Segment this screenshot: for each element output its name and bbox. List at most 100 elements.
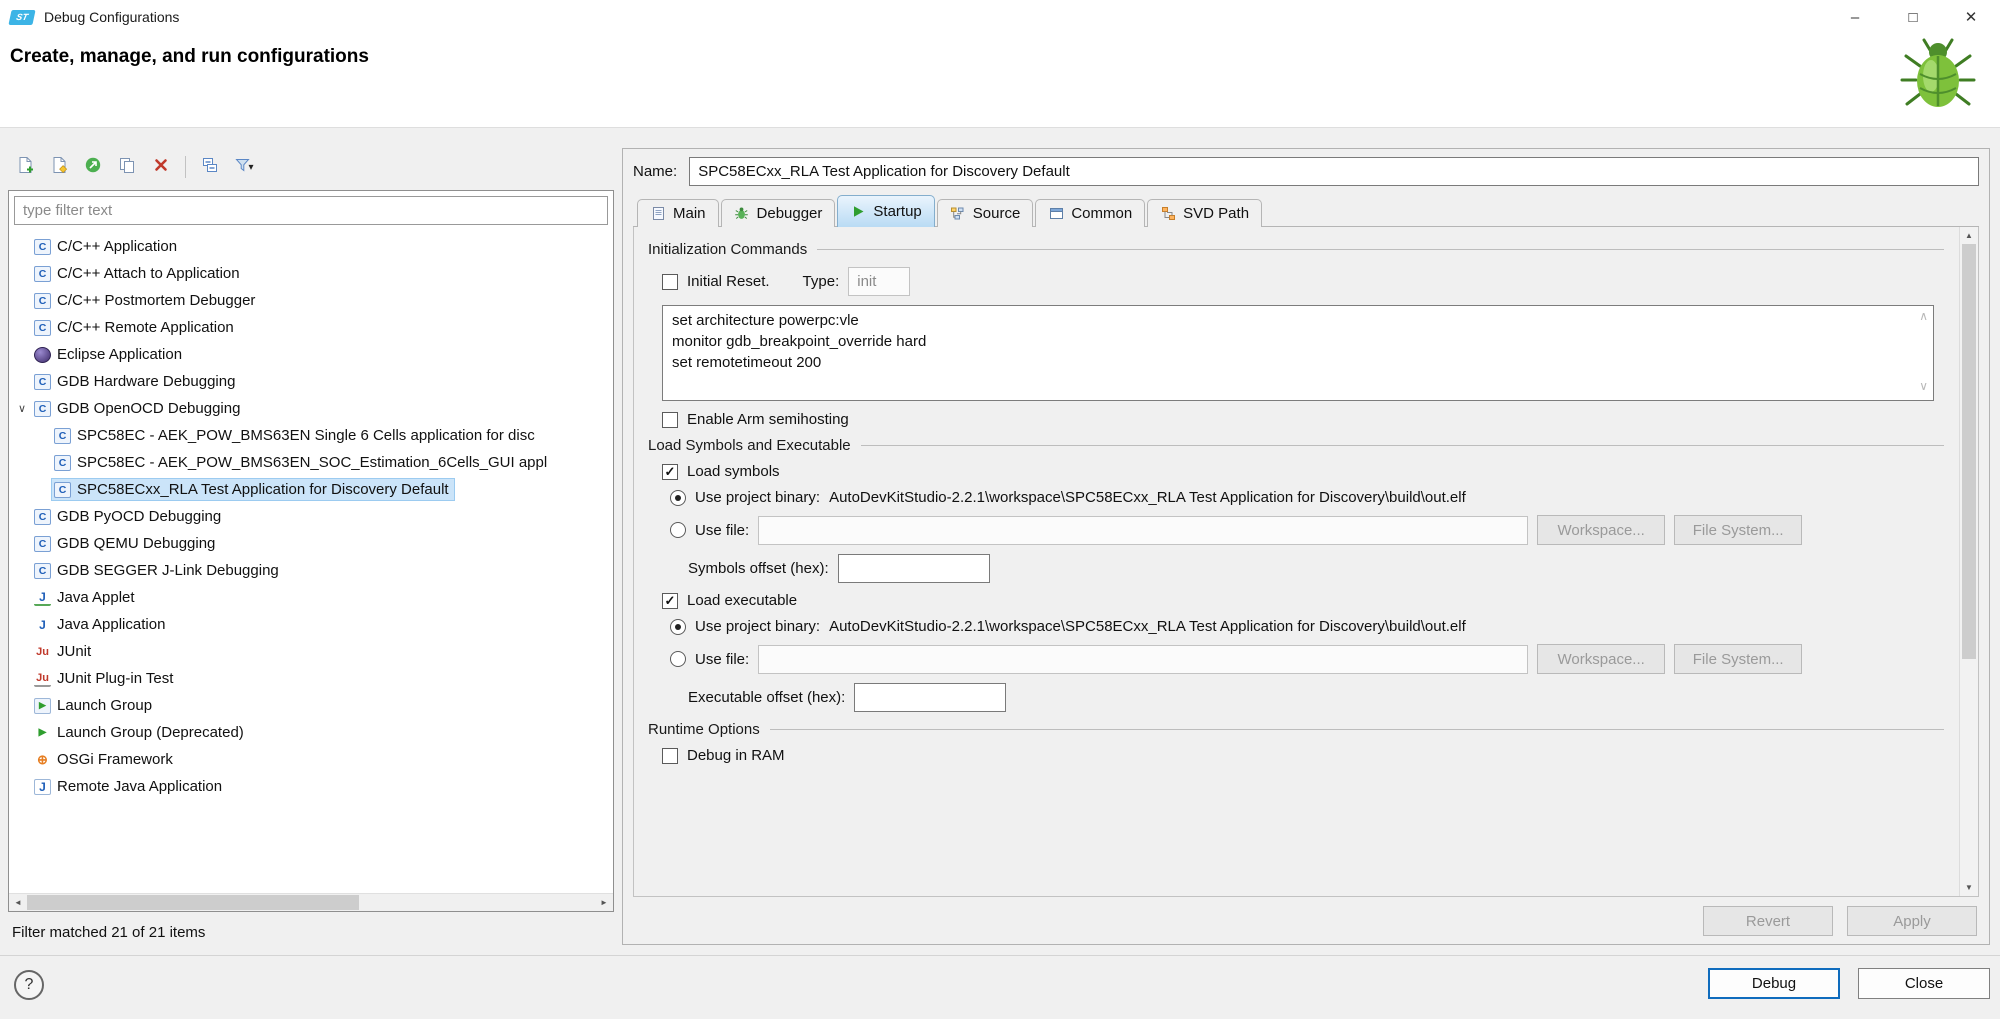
- tab-common[interactable]: Common: [1035, 199, 1146, 227]
- tree-item[interactable]: C C/C++ Application: [9, 233, 613, 260]
- tree-item[interactable]: C C/C++ Attach to Application: [9, 260, 613, 287]
- executable-use-project-binary-label: Use project binary:: [695, 618, 821, 635]
- tree-item[interactable]: J Java Application: [9, 611, 613, 638]
- tree-item[interactable]: ▶ Launch Group (Deprecated): [9, 719, 613, 746]
- vscroll-thumb[interactable]: [1962, 244, 1976, 659]
- new-launch-configuration-button[interactable]: [10, 153, 40, 181]
- svd-tab-icon: [1160, 206, 1176, 222]
- tree-item[interactable]: C GDB SEGGER J-Link Debugging: [9, 557, 613, 584]
- tab-startup[interactable]: Startup: [837, 195, 935, 227]
- tab-debugger[interactable]: Debugger: [720, 199, 836, 227]
- close-button[interactable]: Close: [1858, 968, 1990, 999]
- delete-configuration-button[interactable]: [146, 153, 176, 181]
- tree-item[interactable]: C C/C++ Postmortem Debugger: [9, 287, 613, 314]
- load-symbols-checkbox[interactable]: [662, 463, 678, 480]
- eclipse-icon: [34, 346, 51, 363]
- help-button[interactable]: ?: [14, 970, 44, 1000]
- tree-item[interactable]: Ju JUnit Plug-in Test: [9, 665, 613, 692]
- revert-button[interactable]: Revert: [1703, 906, 1833, 936]
- minimize-button[interactable]: –: [1826, 0, 1884, 34]
- executable-use-file-radio[interactable]: [670, 651, 686, 667]
- scroll-up-icon[interactable]: ▲: [1960, 227, 1978, 244]
- tree-item-label: GDB OpenOCD Debugging: [57, 400, 241, 417]
- apply-button[interactable]: Apply: [1847, 906, 1977, 936]
- tree-item-label: C/C++ Attach to Application: [57, 265, 240, 282]
- debug-button[interactable]: Debug: [1708, 968, 1840, 999]
- maximize-icon: □: [1908, 8, 1918, 26]
- tab-main[interactable]: Main: [637, 199, 719, 227]
- horizontal-scrollbar[interactable]: ◄ ►: [9, 893, 613, 911]
- executable-binary-path: AutoDevKitStudio-2.2.1\workspace\SPC58EC…: [829, 618, 1466, 635]
- symbols-filesystem-button[interactable]: File System...: [1674, 515, 1803, 545]
- c-icon: C: [54, 427, 71, 444]
- filter-configurations-button[interactable]: ▾: [229, 153, 259, 181]
- tree-item[interactable]: ▶ Launch Group: [9, 692, 613, 719]
- tree-item-label: Launch Group (Deprecated): [57, 724, 244, 741]
- runtime-options-section-header: Runtime Options: [648, 721, 1944, 738]
- executable-use-file-label: Use file:: [695, 650, 750, 668]
- textarea-scroll-up-icon[interactable]: ∧: [1919, 309, 1928, 323]
- load-executable-checkbox[interactable]: [662, 592, 678, 609]
- executable-offset-input[interactable]: [854, 683, 1007, 712]
- toolbar-separator: [185, 156, 186, 178]
- vertical-scrollbar[interactable]: ▲ ▼: [1959, 227, 1978, 896]
- textarea-scroll-down-icon[interactable]: ∨: [1919, 379, 1928, 393]
- tree-item[interactable]: ⊕ OSGi Framework: [9, 746, 613, 773]
- help-icon: ?: [24, 976, 34, 993]
- initial-reset-checkbox[interactable]: [662, 273, 678, 290]
- init-commands-textarea[interactable]: set architecture powerpc:vle monitor gdb…: [662, 305, 1934, 401]
- applet-icon: J: [34, 590, 51, 606]
- export-launch-configurations-button[interactable]: [78, 153, 108, 181]
- tree-item[interactable]: C GDB QEMU Debugging: [9, 530, 613, 557]
- close-window-button[interactable]: ✕: [1942, 0, 2000, 34]
- tree-item[interactable]: C C/C++ Remote Application: [9, 314, 613, 341]
- debug-in-ram-checkbox[interactable]: [662, 747, 678, 764]
- executable-workspace-button[interactable]: Workspace...: [1537, 644, 1666, 674]
- config-name-input[interactable]: [689, 157, 1979, 186]
- symbols-offset-input[interactable]: [837, 554, 990, 583]
- collapse-all-button[interactable]: [195, 153, 225, 181]
- tree-item[interactable]: C GDB PyOCD Debugging: [9, 503, 613, 530]
- executable-filesystem-button[interactable]: File System...: [1674, 644, 1803, 674]
- scroll-left-icon[interactable]: ◄: [9, 894, 27, 911]
- filter-dropdown-icon[interactable]: ▾: [248, 162, 253, 173]
- scroll-right-icon[interactable]: ►: [595, 894, 613, 911]
- symbols-use-project-binary-label: Use project binary:: [695, 489, 821, 506]
- tree-item[interactable]: C SPC58ECxx_RLA Test Application for Disc…: [9, 476, 613, 503]
- scroll-down-icon[interactable]: ▼: [1960, 879, 1978, 896]
- tree-item[interactable]: J Java Applet: [9, 584, 613, 611]
- tree-item[interactable]: Ju JUnit: [9, 638, 613, 665]
- symbols-use-project-binary-radio[interactable]: [670, 489, 686, 506]
- load-symbols-section-header: Load Symbols and Executable: [648, 437, 1944, 454]
- filter-input[interactable]: [14, 196, 608, 225]
- tree-item-label: C/C++ Postmortem Debugger: [57, 292, 256, 309]
- maximize-button[interactable]: □: [1884, 0, 1942, 34]
- duplicate-icon: [118, 156, 136, 178]
- source-tab-icon: [950, 206, 966, 222]
- tree-item[interactable]: J Remote Java Application: [9, 773, 613, 800]
- c-icon: C: [34, 508, 51, 525]
- c-icon: C: [54, 481, 71, 498]
- tab-svd-path[interactable]: SVD Path: [1147, 199, 1263, 227]
- tree-item[interactable]: ∨ C GDB OpenOCD Debugging: [9, 395, 613, 422]
- symbols-use-file-radio[interactable]: [670, 522, 686, 538]
- tree-item[interactable]: C SPC58EC - AEK_POW_BMS63EN_SOC_Estimatio…: [9, 449, 613, 476]
- filter-status: Filter matched 21 of 21 items: [12, 924, 206, 941]
- tab-source[interactable]: Source: [936, 199, 1034, 227]
- tree-item[interactable]: C SPC58EC - AEK_POW_BMS63EN Single 6 Cell…: [9, 422, 613, 449]
- executable-use-project-binary-radio[interactable]: [670, 618, 686, 635]
- enable-arm-semihosting-checkbox[interactable]: [662, 411, 678, 428]
- c-icon: C: [34, 400, 51, 417]
- hscroll-thumb[interactable]: [27, 895, 360, 910]
- reset-type-label: Type:: [802, 273, 840, 290]
- c-icon: C: [34, 292, 51, 309]
- symbols-workspace-button[interactable]: Workspace...: [1537, 515, 1666, 545]
- chevron-expanded-icon[interactable]: ∨: [13, 402, 31, 415]
- tree-item-label: OSGi Framework: [57, 751, 173, 768]
- new-launch-prototype-button[interactable]: [44, 153, 74, 181]
- tree-item[interactable]: C GDB Hardware Debugging: [9, 368, 613, 395]
- tree-item[interactable]: Eclipse Application: [9, 341, 613, 368]
- main-tab-icon: [650, 206, 666, 222]
- load-symbols-label: Load symbols: [687, 463, 780, 480]
- duplicate-configuration-button[interactable]: [112, 153, 142, 181]
